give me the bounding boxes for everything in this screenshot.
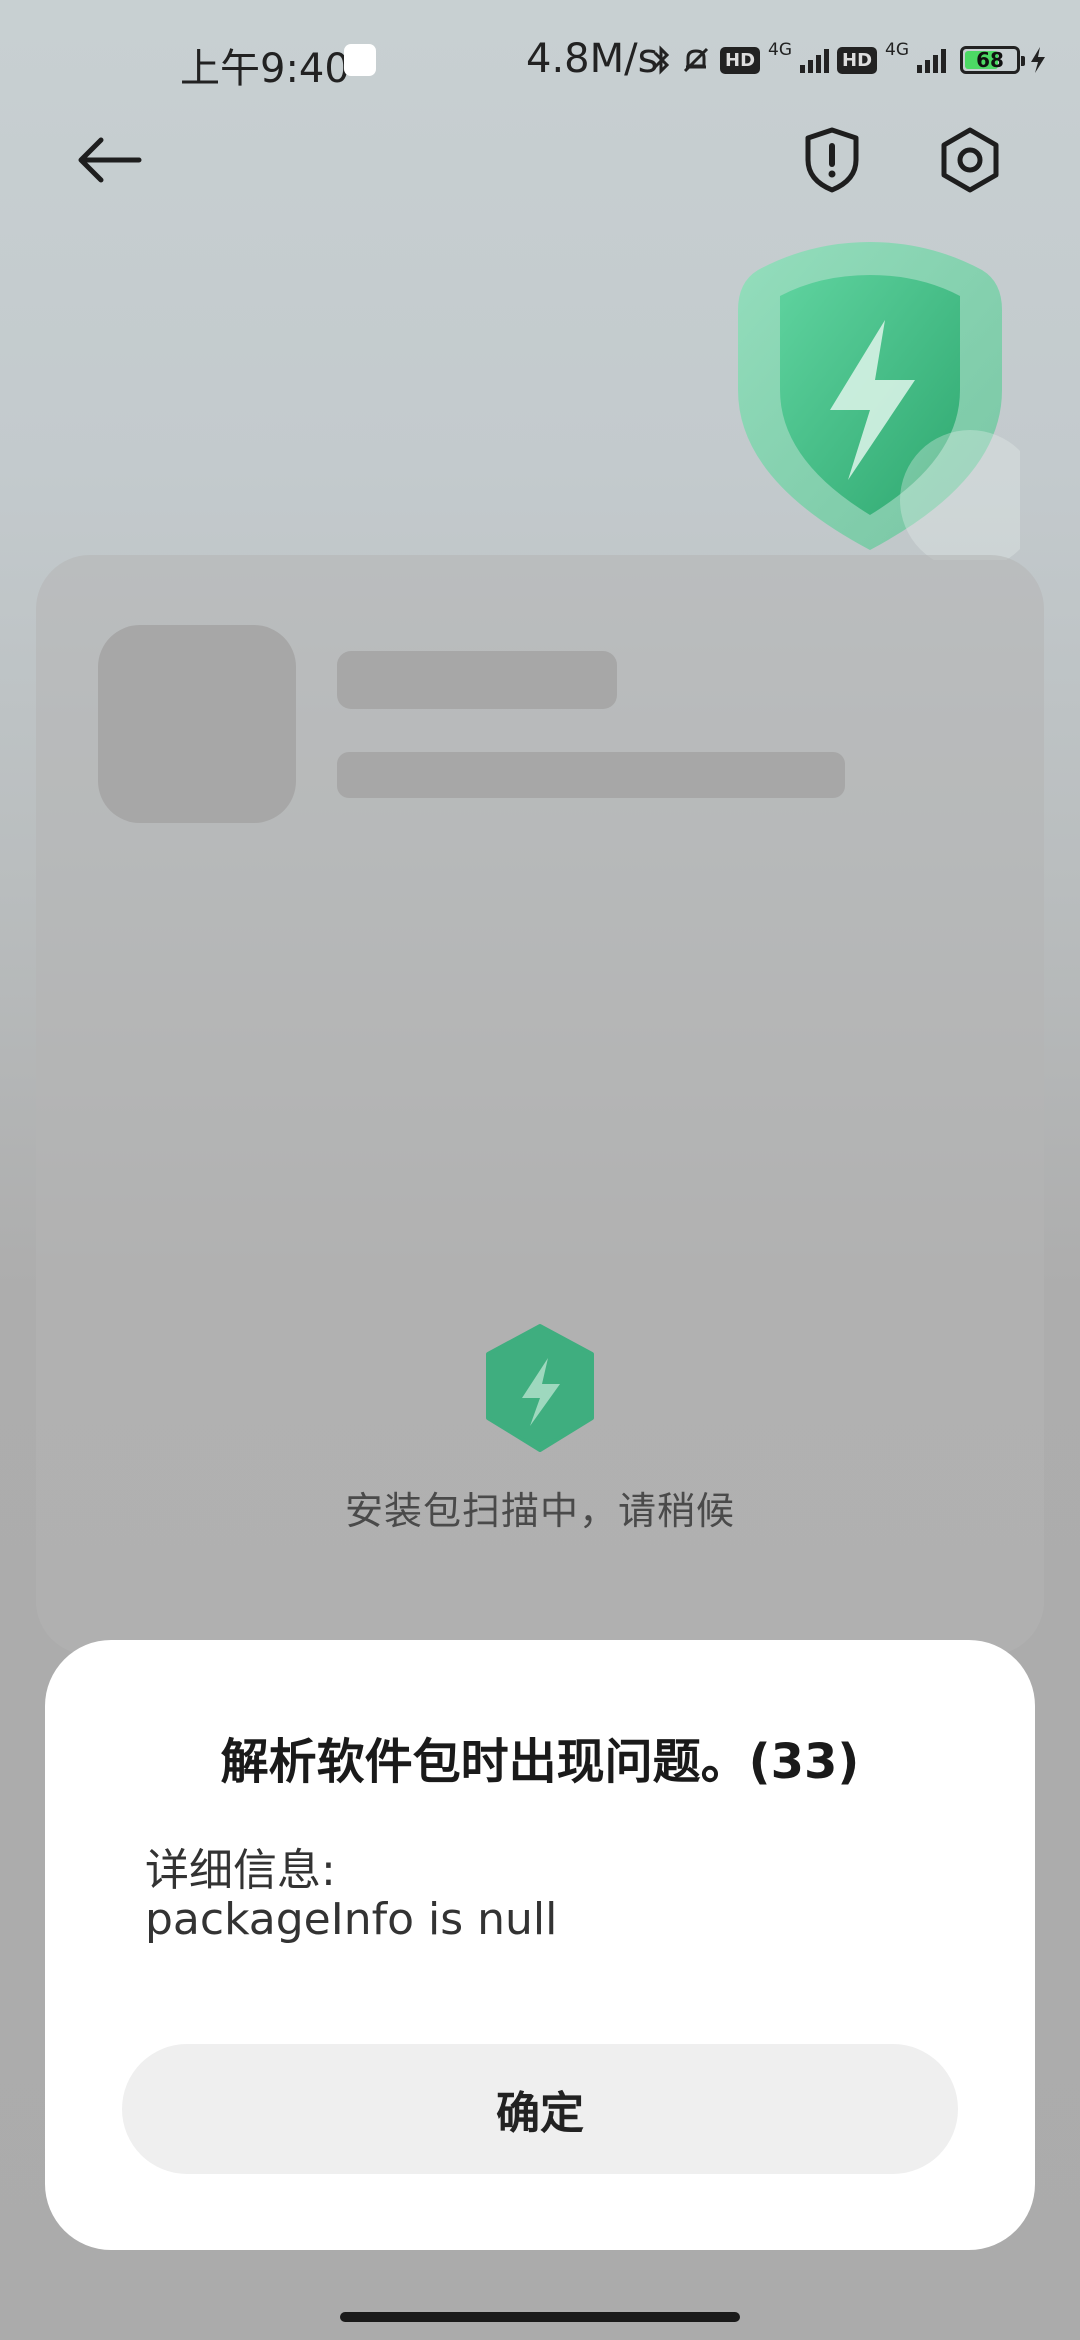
app-detail-placeholder [337,752,845,798]
status-icons: HD 4G HD 4G 68 [652,40,1048,80]
signal-strength-icon-1 [800,47,830,73]
battery-icon: 68 [960,46,1026,74]
bluetooth-icon [653,45,670,75]
gear-hexagon-icon [941,127,999,193]
notification-app-icon [344,44,376,76]
dialog-details-label: 详细信息: [145,1845,336,1896]
battery-nub [1021,56,1026,66]
arrow-left-icon [78,137,142,183]
app-icon-placeholder [98,625,296,823]
battery-level: 68 [976,48,1004,72]
dialog-details-text: packageInfo is null [145,1894,558,1945]
shield-exclamation-icon [805,127,859,193]
network-type-1: 4G [768,40,793,60]
status-bar: 上午9:40 4.8M/s HD 4G HD 4G 68 [0,0,1080,120]
charging-icon [1031,47,1046,73]
hd-badge-1: HD [720,46,761,74]
hd-badge-2: HD [837,46,878,74]
network-speed: 4.8M/s [526,36,659,82]
home-indicator[interactable] [340,2312,740,2322]
hero-shield-icon [738,242,1020,560]
error-dialog: 解析软件包时出现问题。(33) 详细信息: packageInfo is nul… [45,1640,1035,2250]
settings-button[interactable] [930,120,1010,200]
security-button[interactable] [792,120,872,200]
signal-strength-icon-2 [917,47,947,73]
app-name-placeholder [337,651,617,709]
mute-bell-icon [683,47,709,73]
shield-lightning-icon [486,1324,594,1452]
back-button[interactable] [70,120,150,200]
status-time: 上午9:40 [180,46,350,92]
confirm-button[interactable]: 确定 [122,2044,958,2174]
dialog-title: 解析软件包时出现问题。(33) [220,1734,860,1790]
scan-status-text: 安装包扫描中，请稍候 [344,1489,735,1533]
network-type-2: 4G [885,40,910,60]
